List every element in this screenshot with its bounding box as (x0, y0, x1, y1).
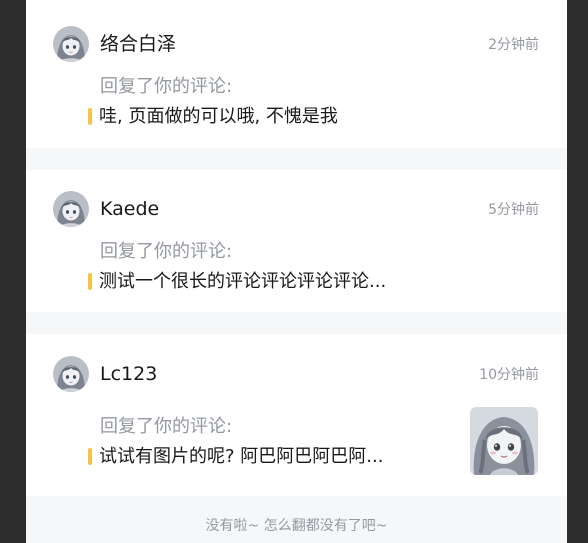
notification-card[interactable]: Lc123 10分钟前 回复了你的评论: 试试有图片的呢? 阿巴阿巴阿巴阿... (26, 334, 567, 496)
timestamp: 2分钟前 (488, 37, 539, 53)
quoted-comment-text: 试试有图片的呢? 阿巴阿巴阿巴阿... (99, 446, 384, 467)
end-of-list-text: 没有啦~ 怎么翻都没有了吧~ (205, 518, 388, 534)
quoted-comment[interactable]: 试试有图片的呢? 阿巴阿巴阿巴阿... (88, 445, 448, 469)
quoted-comment[interactable]: 测试一个很长的评论评论评论评论... (88, 270, 448, 294)
quoted-comment-text: 哇, 页面做的可以哦, 不愧是我 (99, 106, 338, 127)
username[interactable]: 络合白泽 (100, 32, 176, 56)
notification-card[interactable]: 络合白泽 2分钟前 回复了你的评论: 哇, 页面做的可以哦, 不愧是我 (26, 0, 567, 148)
reply-action-label: 回复了你的评论: (100, 241, 233, 262)
quoted-comment[interactable]: 哇, 页面做的可以哦, 不愧是我 (88, 105, 448, 129)
timestamp: 5分钟前 (488, 202, 539, 218)
anime-girl-avatar-icon[interactable] (53, 26, 89, 62)
quoted-comment-text: 测试一个很长的评论评论评论评论... (99, 271, 387, 292)
reply-action-label: 回复了你的评论: (100, 416, 233, 437)
reply-action-label: 回复了你的评论: (100, 76, 233, 97)
quote-accent-bar (88, 108, 92, 125)
anime-girl-thumbnail-image[interactable] (470, 407, 538, 475)
quote-accent-bar (88, 273, 92, 290)
username[interactable]: Lc123 (100, 362, 157, 386)
anime-girl-avatar-icon[interactable] (53, 191, 89, 227)
quote-accent-bar (88, 448, 92, 465)
username[interactable]: Kaede (100, 197, 159, 221)
notification-card[interactable]: Kaede 5分钟前 回复了你的评论: 测试一个很长的评论评论评论评论... (26, 170, 567, 312)
anime-girl-avatar-icon[interactable] (53, 356, 89, 392)
reply-notification-panel: 络合白泽 2分钟前 回复了你的评论: 哇, 页面做的可以哦, 不愧是我 Kaed… (26, 0, 567, 543)
timestamp: 10分钟前 (479, 367, 539, 383)
